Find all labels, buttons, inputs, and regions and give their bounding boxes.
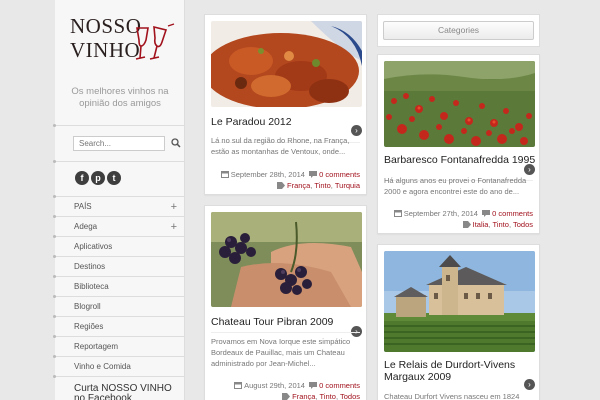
chevron-right-icon[interactable]: › — [524, 379, 535, 390]
nav-item-label: Aplicativos — [74, 242, 113, 251]
tag-link[interactable]: Turquia — [335, 181, 360, 190]
expand-plus-icon[interactable]: + — [171, 197, 177, 217]
nav-item-label: Adega — [74, 222, 98, 231]
nav-item-label: Destinos — [74, 262, 106, 271]
nav-item-blogroll[interactable]: Blogroll — [53, 297, 185, 318]
divider — [211, 332, 360, 333]
tag-link[interactable]: Todos — [513, 220, 533, 229]
post-tags: França, Tinto, Turquia — [277, 181, 360, 190]
nav-item-destinos[interactable]: Destinos — [53, 257, 185, 278]
nav-item-label: PAÍS — [74, 202, 92, 211]
post-card: Chateau Tour Pibran 2009 › Provamos em N… — [204, 205, 367, 400]
post-thumbnail[interactable] — [211, 21, 362, 107]
categories-dropdown[interactable]: Categories — [383, 21, 534, 40]
post-card: Le Relais de Durdort-Vivens Margaux 2009… — [377, 244, 540, 400]
post-tags: França, Tinto, Todos — [282, 392, 360, 400]
nav-item-vinho-e-comida[interactable]: Vinho e Comida — [53, 357, 185, 378]
tag-link[interactable]: Tinto — [320, 392, 336, 400]
post-date: September 27th, 2014 — [403, 209, 478, 218]
tag-icon — [462, 221, 471, 228]
comments-link[interactable]: 0 comments — [319, 381, 360, 390]
nav-item-pais[interactable]: PAÍS + — [53, 197, 185, 218]
divider — [53, 124, 185, 127]
tag-link[interactable]: Tinto — [314, 181, 330, 190]
tag-icon — [277, 182, 285, 189]
divider — [53, 160, 185, 163]
logo-text-line2: VINHO — [70, 38, 141, 62]
post-excerpt: Lá no sul da região do Rhone, na França,… — [211, 136, 350, 156]
tag-link[interactable]: França — [292, 392, 315, 400]
nav-item-regioes[interactable]: Regiões — [53, 317, 185, 338]
post-excerpt: Provamos em Nova Iorque este simpático B… — [211, 337, 351, 368]
chevron-right-icon[interactable]: › — [524, 164, 535, 175]
nav-item-aplicativos[interactable]: Aplicativos — [53, 237, 185, 258]
tag-link[interactable]: Italia — [473, 220, 489, 229]
comment-icon — [482, 210, 491, 217]
comments-link[interactable]: 0 comments — [492, 209, 533, 218]
nav-item-biblioteca[interactable]: Biblioteca — [53, 277, 185, 298]
pinterest-icon[interactable]: p — [91, 171, 105, 185]
search-input[interactable] — [73, 136, 165, 151]
post-meta: September 28th, 2014 0 comments — [220, 170, 360, 179]
post-thumbnail[interactable] — [384, 251, 535, 352]
comments-link[interactable]: 0 comments — [319, 170, 360, 179]
tag-link[interactable]: França — [287, 181, 310, 190]
post-tags: Italia, Tinto, Todos — [462, 220, 533, 229]
calendar-icon — [234, 382, 243, 389]
post-meta: August 29th, 2014 0 comments — [234, 381, 360, 390]
post-title[interactable]: Le Relais de Durdort-Vivens Margaux 2009 — [384, 359, 524, 383]
post-thumbnail[interactable] — [211, 212, 362, 307]
post-meta: September 27th, 2014 0 comments — [393, 209, 533, 218]
post-title[interactable]: Le Paradou 2012 — [211, 116, 292, 128]
nav-item-adega[interactable]: Adega + — [53, 217, 185, 238]
site-tagline: Os melhores vinhos na opinião dos amigos — [71, 86, 169, 109]
post-card: Le Paradou 2012 › Lá no sul da região do… — [204, 14, 367, 195]
post-excerpt: Chateau Durfort Vivens nasceu em 1824 co… — [384, 392, 520, 400]
post-card: Barbaresco Fontanafredda 1995 › Há algun… — [377, 54, 540, 234]
tag-link[interactable]: Tinto — [493, 220, 509, 229]
nav-item-label: Blogroll — [74, 302, 101, 311]
facebook-widget-title: Curta NOSSO VINHO no Facebook — [74, 383, 172, 400]
expand-plus-icon[interactable]: + — [171, 217, 177, 237]
calendar-icon — [393, 210, 402, 217]
twitter-icon[interactable]: t — [107, 171, 121, 185]
tag-link[interactable]: Todos — [340, 392, 360, 400]
post-title[interactable]: Chateau Tour Pibran 2009 — [211, 316, 333, 328]
sidebar: NOSSO VINHO Os melhores vinhos na opiniã… — [53, 0, 185, 400]
post-date: September 28th, 2014 — [230, 170, 305, 179]
nav-item-reportagem[interactable]: Reportagem — [53, 337, 185, 358]
post-title[interactable]: Barbaresco Fontanafredda 1995 — [384, 154, 535, 166]
categories-widget: Categories — [377, 14, 540, 47]
wine-glass-icon — [135, 23, 175, 60]
site-logo[interactable]: NOSSO VINHO — [70, 14, 180, 66]
calendar-icon — [220, 171, 229, 178]
post-excerpt: Há alguns anos eu provei o Fontanafredda… — [384, 176, 527, 196]
tag-icon — [282, 393, 291, 400]
comment-icon — [309, 171, 318, 178]
nav-item-label: Regiões — [74, 322, 104, 331]
search-icon[interactable] — [171, 138, 181, 148]
logo-text-line1: NOSSO — [70, 14, 142, 38]
nav-item-label: Biblioteca — [74, 282, 109, 291]
post-thumbnail[interactable] — [384, 61, 535, 147]
nav-item-label: Reportagem — [74, 342, 119, 351]
comment-icon — [309, 382, 318, 389]
post-date: August 29th, 2014 — [244, 381, 305, 390]
nav-item-label: Vinho e Comida — [74, 362, 131, 371]
facebook-icon[interactable]: f — [75, 171, 89, 185]
